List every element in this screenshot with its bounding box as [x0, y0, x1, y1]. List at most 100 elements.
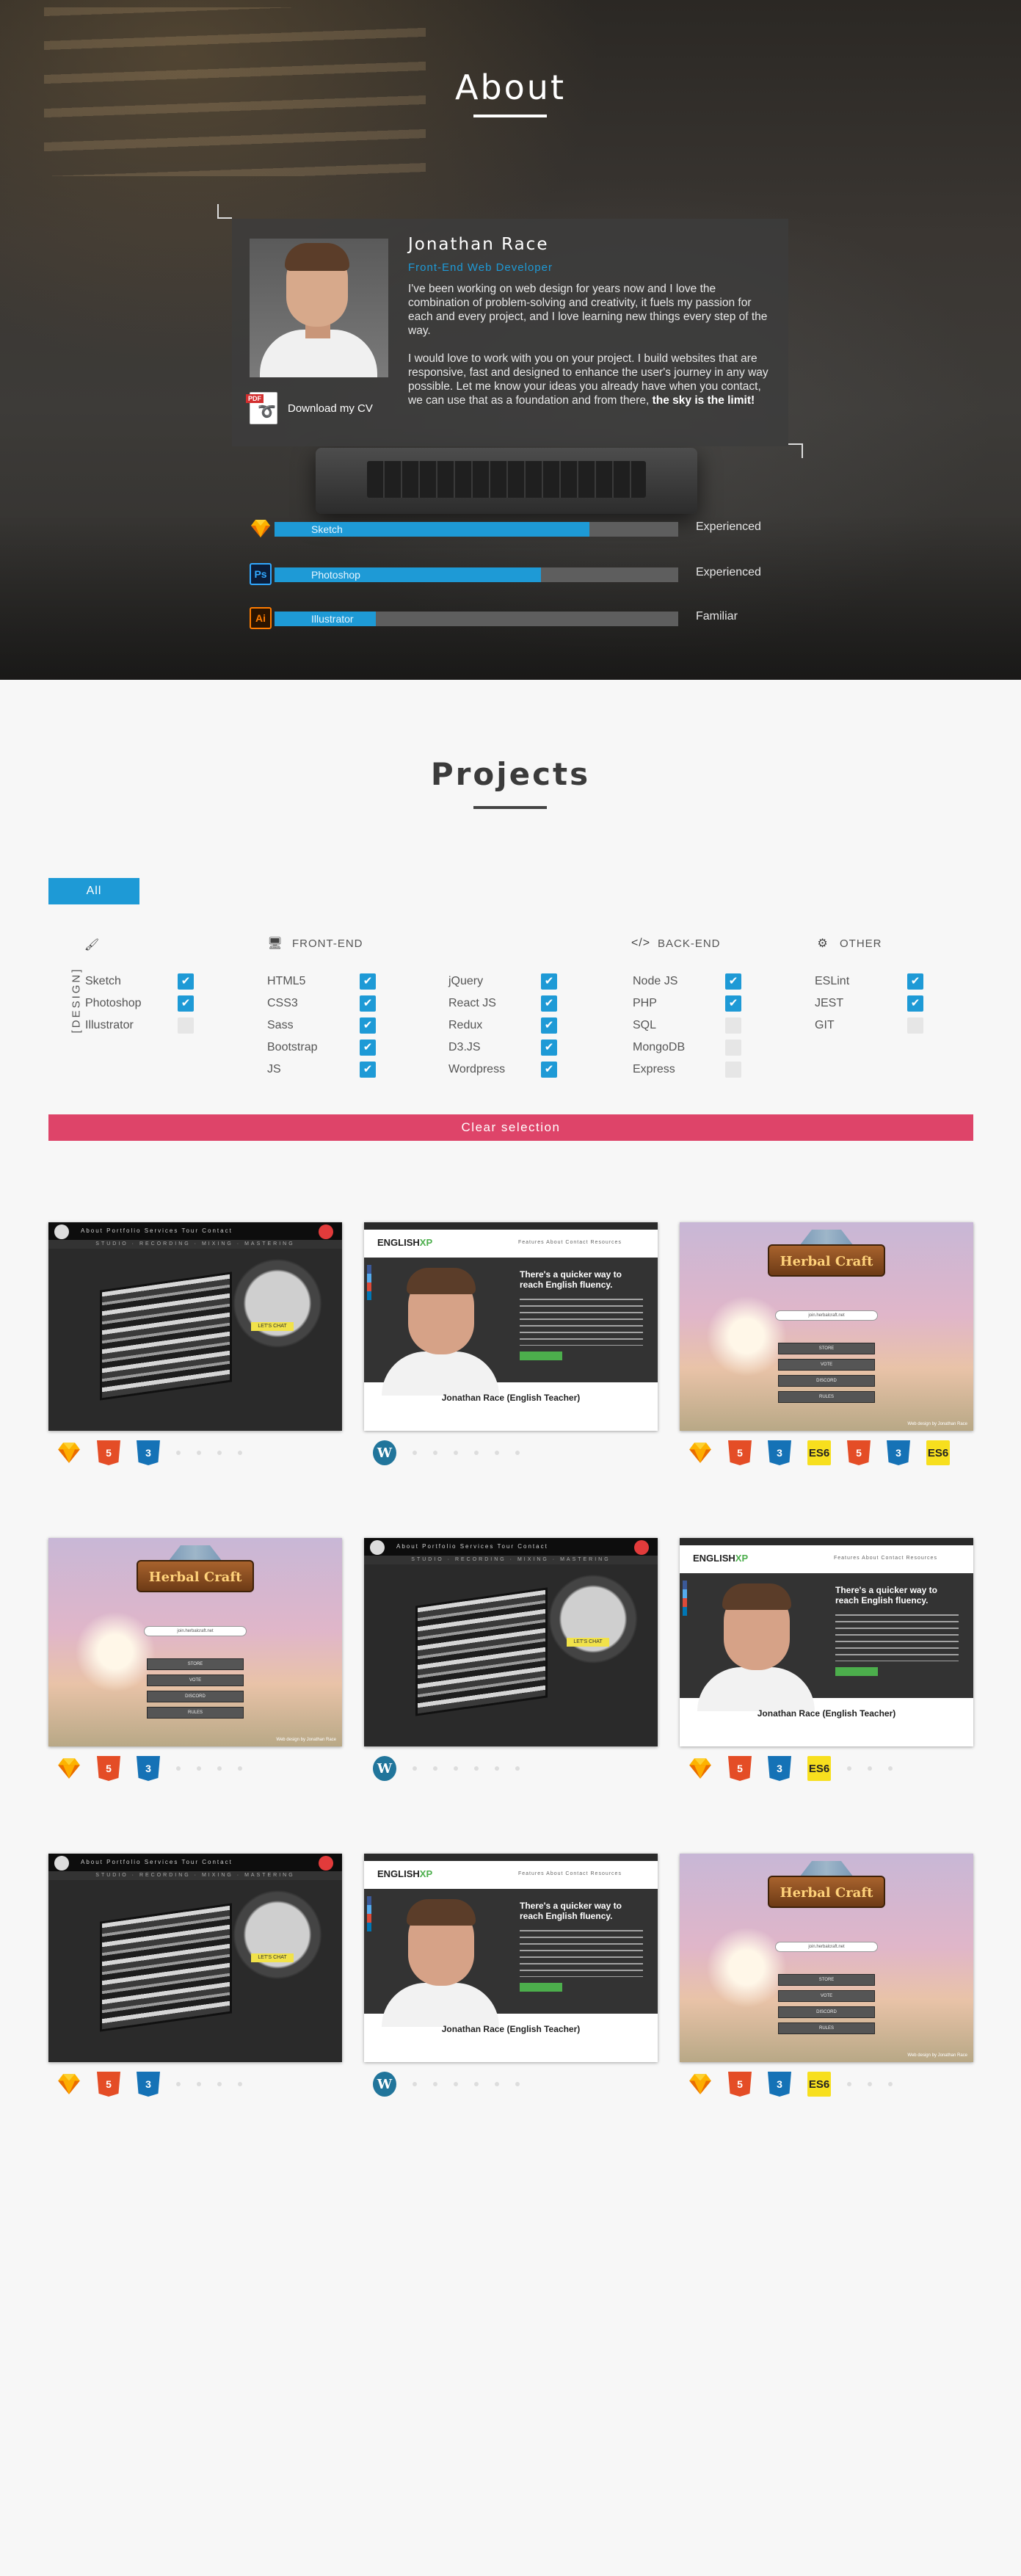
filter-item: Sketch ✔: [85, 973, 198, 990]
empty-slot-dot: [474, 2082, 479, 2086]
filter-checkbox[interactable]: ✔: [725, 995, 741, 1012]
brush-icon: 🖌: [84, 939, 100, 951]
css3-icon: 3: [768, 2072, 791, 2097]
filter-checkbox[interactable]: ✔: [541, 1062, 557, 1078]
css3-icon: 3: [887, 1440, 910, 1465]
filter-item: MongoDB: [633, 1040, 746, 1056]
download-cv-link[interactable]: PDF ➰ Download my CV: [246, 392, 373, 424]
pdf-icon: PDF ➰: [246, 392, 277, 424]
project-thumbnail-herbalcraft[interactable]: Herbal Craft join.herbalcraft.net STORE …: [680, 1854, 973, 2062]
all-filter-button[interactable]: All: [48, 878, 139, 904]
project-thumbnail-studio[interactable]: About Portfolio Services Tour Contact ST…: [364, 1538, 658, 1746]
profile-card: PDF ➰ Download my CV Jonathan Race Front…: [232, 219, 788, 446]
filter-checkbox[interactable]: [725, 1040, 741, 1056]
empty-slot-dot: [495, 2082, 499, 2086]
project-thumbnail-englishxp[interactable]: ENGLISHXP Features About Contact Resourc…: [364, 1854, 658, 2062]
project-thumbnail-studio[interactable]: About Portfolio Services Tour Contact ST…: [48, 1854, 342, 2062]
skill-row-sketch: Sketch Experienced: [250, 518, 807, 540]
filter-item: PHP ✔: [633, 995, 746, 1012]
filter-checkbox[interactable]: [725, 1062, 741, 1078]
filter-checkbox[interactable]: ✔: [178, 973, 194, 990]
empty-slot-dot: [217, 1451, 222, 1455]
filter-item: Bootstrap ✔: [267, 1040, 380, 1056]
profile-bio: I've been working on web design for year…: [408, 282, 775, 407]
empty-slot-dot: [474, 1451, 479, 1455]
es6-icon: ES6: [807, 1756, 831, 1781]
about-title: About: [454, 68, 566, 107]
empty-slot-dot: [413, 1451, 417, 1455]
filter-panel: 🖌 [DESIGN] Sketch ✔ Photoshop ✔ Illustrato…: [48, 932, 973, 1094]
filter-item: Sass ✔: [267, 1017, 380, 1034]
empty-slot-dot: [888, 2082, 893, 2086]
empty-slot-dot: [847, 2082, 851, 2086]
filter-item: GIT: [815, 1017, 928, 1034]
skill-bar: Illustrator: [275, 612, 678, 626]
filter-checkbox[interactable]: ✔: [541, 1017, 557, 1034]
filter-checkbox[interactable]: ✔: [907, 973, 923, 990]
empty-slot-dot: [454, 1766, 458, 1771]
tech-stack-row: 53: [57, 2071, 344, 2097]
projects-title: Projects: [430, 756, 591, 792]
filter-item: D3.JS ✔: [448, 1040, 562, 1056]
filter-item: CSS3 ✔: [267, 995, 380, 1012]
sketch-icon: [688, 1756, 712, 1781]
other-group-label: OTHER: [840, 937, 882, 950]
empty-slot-dot: [868, 1766, 872, 1771]
css3-icon: 3: [137, 1440, 160, 1465]
filter-checkbox[interactable]: ✔: [541, 995, 557, 1012]
sketch-icon: [688, 1440, 712, 1465]
filter-checkbox[interactable]: [907, 1017, 923, 1034]
project-thumbnail-englishxp[interactable]: ENGLISHXP Features About Contact Resourc…: [680, 1538, 973, 1746]
empty-slot-dot: [413, 2082, 417, 2086]
filter-checkbox[interactable]: ✔: [360, 1040, 376, 1056]
sketch-icon: [57, 1440, 81, 1465]
empty-slot-dot: [888, 1766, 893, 1771]
title-underline: [473, 115, 547, 117]
filter-checkbox[interactable]: ✔: [360, 973, 376, 990]
html5-icon: 5: [847, 1440, 871, 1465]
css3-icon: 3: [137, 1756, 160, 1781]
project-thumbnail-herbalcraft[interactable]: Herbal Craft join.herbalcraft.net STORE …: [680, 1222, 973, 1431]
empty-slot-dot: [176, 2082, 181, 2086]
filter-item: ESLint ✔: [815, 973, 928, 990]
wordpress-icon: W: [373, 1440, 396, 1465]
empty-slot-dot: [197, 1766, 201, 1771]
filter-checkbox[interactable]: [725, 1017, 741, 1034]
filter-item: Photoshop ✔: [85, 995, 198, 1012]
html5-icon: 5: [97, 2072, 120, 2097]
filter-checkbox[interactable]: ✔: [541, 973, 557, 990]
filter-checkbox[interactable]: ✔: [360, 995, 376, 1012]
filter-checkbox[interactable]: ✔: [360, 1062, 376, 1078]
sketch-icon: [250, 518, 272, 540]
skill-bar: Photoshop: [275, 567, 678, 582]
filter-checkbox[interactable]: ✔: [178, 995, 194, 1012]
filter-item: SQL: [633, 1017, 746, 1034]
empty-slot-dot: [847, 1766, 851, 1771]
empty-slot-dot: [515, 1451, 520, 1455]
filter-checkbox[interactable]: ✔: [541, 1040, 557, 1056]
empty-slot-dot: [217, 2082, 222, 2086]
filter-item: Node JS ✔: [633, 973, 746, 990]
filter-item: Wordpress ✔: [448, 1062, 562, 1078]
filter-checkbox[interactable]: [178, 1017, 194, 1034]
project-thumbnail-herbalcraft[interactable]: Herbal Craft join.herbalcraft.net STORE …: [48, 1538, 342, 1746]
empty-slot-dot: [197, 2082, 201, 2086]
bio-paragraph: I've been working on web design for year…: [408, 283, 768, 337]
filter-checkbox[interactable]: ✔: [360, 1017, 376, 1034]
tech-stack-row: W: [373, 1440, 659, 1466]
css3-icon: 3: [137, 2072, 160, 2097]
project-thumbnail-studio[interactable]: About Portfolio Services Tour Contact ST…: [48, 1222, 342, 1431]
css3-icon: 3: [768, 1756, 791, 1781]
html5-icon: 5: [728, 1440, 752, 1465]
clear-selection-button[interactable]: Clear selection: [48, 1114, 973, 1141]
profile-photo: [250, 239, 388, 377]
tech-stack-row: 5 3 ES6: [688, 1755, 975, 1782]
skill-level: Familiar: [696, 610, 738, 623]
backend-group-label: BACK-END: [658, 937, 721, 950]
project-thumbnail-englishxp[interactable]: ENGLISHXP Features About Contact Resourc…: [364, 1222, 658, 1431]
empty-slot-dot: [868, 2082, 872, 2086]
filter-checkbox[interactable]: ✔: [907, 995, 923, 1012]
illustrator-icon: Ai: [250, 607, 272, 629]
profile-role: Front-End Web Developer: [408, 261, 553, 274]
filter-checkbox[interactable]: ✔: [725, 973, 741, 990]
